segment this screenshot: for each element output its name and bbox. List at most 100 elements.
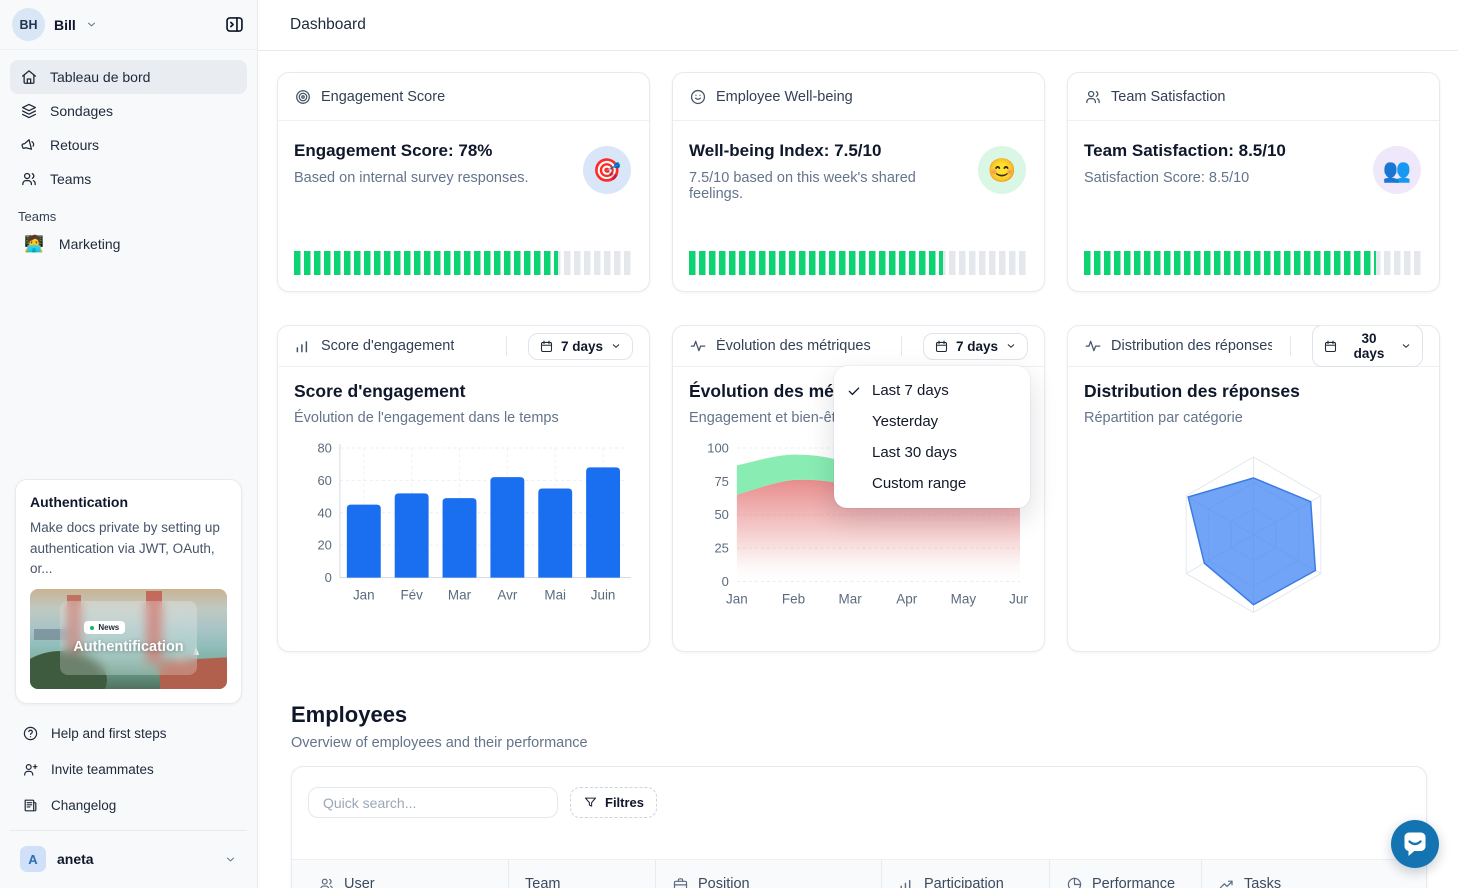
chart-subtitle: Répartition par catégorie — [1084, 410, 1423, 426]
divider — [1290, 336, 1291, 356]
divider — [901, 336, 902, 356]
svg-text:Mar: Mar — [839, 591, 863, 606]
date-range-menu: Last 7 days Yesterday Last 30 days Custom r… — [834, 366, 1030, 508]
date-range-button[interactable]: 7 days — [528, 333, 633, 360]
activity-icon — [689, 337, 707, 355]
user-plus-icon — [22, 761, 39, 778]
card-header-title: Engagement Score — [321, 89, 445, 105]
column-header-performance[interactable]: Performance — [1049, 860, 1201, 888]
panel-collapse-icon — [224, 14, 245, 35]
menu-item-label: Last 7 days — [872, 382, 949, 399]
sidebar-item-label: Teams — [50, 171, 91, 187]
home-icon — [20, 68, 38, 86]
progress-stripes — [689, 251, 1028, 275]
card-header-title: Team Satisfaction — [1111, 89, 1225, 105]
column-header-participation[interactable]: Participation — [881, 860, 1049, 888]
stat-subtitle: Satisfaction Score: 8.5/10 — [1084, 170, 1338, 186]
bar-chart: JanFévMarAvrMaiJuin020406080 — [294, 436, 633, 611]
employees-table-card: Filtres User Team Position ParticipationPer… — [291, 766, 1427, 888]
card-header-title: Score d'engagement — [321, 338, 454, 354]
menu-item-custom-range[interactable]: Custom range — [834, 468, 1030, 499]
chevron-down-icon[interactable] — [85, 18, 98, 31]
teams-section-label: Teams — [18, 209, 257, 224]
sidebar-item-invite[interactable]: Invite teammates — [12, 751, 245, 787]
app-root: BH Bill Tableau de bord Sondages Retours Te… — [0, 0, 1458, 888]
table-header-row: User Team Position ParticipationPerformance… — [292, 859, 1426, 888]
smile-emoji-badge: 😊 — [978, 146, 1026, 194]
column-header-position[interactable]: Position — [655, 860, 881, 888]
stat-subtitle: 7.5/10 based on this week's shared feeli… — [689, 170, 943, 202]
pie-chart-icon — [1066, 876, 1083, 888]
date-range-button[interactable]: 30 days — [1312, 325, 1423, 367]
card-header-title: Évolution des métriques — [716, 338, 871, 354]
chart-title: Score d'engagement — [294, 381, 633, 402]
progress-stripes — [1084, 251, 1423, 275]
svg-text:25: 25 — [714, 541, 728, 556]
filters-button[interactable]: Filtres — [570, 787, 657, 818]
trend-up-icon — [1218, 876, 1235, 888]
column-header-team[interactable]: Team — [508, 860, 655, 888]
menu-item-last-30-days[interactable]: Last 30 days — [834, 437, 1030, 468]
user-name[interactable]: Bill — [54, 17, 76, 33]
top-bar: Dashboard — [258, 0, 1458, 51]
bar-chart-icon — [294, 337, 312, 355]
svg-text:Feb: Feb — [782, 591, 805, 606]
sidebar-header: BH Bill — [0, 0, 257, 50]
stat-title: Engagement Score: 78% — [294, 141, 633, 161]
menu-item-last-7-days[interactable]: Last 7 days — [834, 375, 1030, 406]
page-title: Dashboard — [290, 16, 366, 34]
column-label: Team — [525, 876, 560, 888]
sidebar-item-changelog[interactable]: Changelog — [12, 787, 245, 823]
auth-image-overlay: News Authentification — [60, 601, 198, 675]
news-badge: News — [84, 621, 125, 634]
svg-text:Mar: Mar — [448, 588, 472, 603]
chevron-down-icon — [1400, 340, 1412, 352]
sidebar-item-teams[interactable]: Teams — [10, 162, 247, 196]
bar-chart-icon — [898, 876, 915, 888]
stat-title: Team Satisfaction: 8.5/10 — [1084, 141, 1423, 161]
team-list: 🧑‍💻Marketing — [0, 226, 257, 262]
chevron-down-icon — [610, 340, 622, 352]
team-item-label: Marketing — [59, 236, 120, 252]
svg-text:75: 75 — [714, 474, 728, 489]
svg-text:60: 60 — [317, 473, 331, 488]
column-label: Position — [698, 876, 750, 888]
divider — [506, 336, 507, 356]
sidebar-item-dashboard[interactable]: Tableau de bord — [10, 60, 247, 94]
help-circle-icon — [22, 725, 39, 742]
svg-text:Avr: Avr — [497, 588, 517, 603]
stat-card-satisfaction: Team Satisfaction Team Satisfaction: 8.5… — [1067, 72, 1440, 292]
workspace-name: aneta — [57, 851, 94, 867]
chat-launcher-button[interactable] — [1391, 820, 1439, 868]
funnel-icon — [583, 795, 598, 810]
chart-card-engagement: Score d'engagement 7 days Score d'engage… — [277, 325, 650, 652]
card-header-title: Distribution des réponses — [1111, 338, 1272, 354]
search-input[interactable] — [308, 787, 558, 818]
sidebar-item-feedback[interactable]: Retours — [10, 128, 247, 162]
chevron-down-icon — [224, 853, 237, 866]
chart-card-distribution: Distribution des réponses 30 days Distri… — [1067, 325, 1440, 652]
stat-card-engagement: Engagement Score Engagement Score: 78% B… — [277, 72, 650, 292]
sidebar-item-surveys[interactable]: Sondages — [10, 94, 247, 128]
auth-promo-card[interactable]: Authentication Make docs private by sett… — [15, 479, 242, 704]
svg-text:0: 0 — [722, 574, 729, 589]
auth-card-description: Make docs private by setting up authenti… — [30, 518, 227, 579]
svg-text:80: 80 — [317, 440, 331, 455]
svg-text:Jan: Jan — [353, 588, 375, 603]
collapse-sidebar-button[interactable] — [224, 14, 245, 35]
svg-text:Jun: Jun — [1009, 591, 1028, 606]
sidebar-item-label: Changelog — [51, 798, 116, 813]
menu-item-label: Last 30 days — [872, 444, 957, 461]
avatar[interactable]: BH — [12, 8, 45, 41]
column-header-user[interactable]: User — [292, 860, 508, 888]
sidebar-item-label: Retours — [50, 137, 99, 153]
sidebar-item-label: Help and first steps — [51, 726, 167, 741]
sidebar-item-marketing[interactable]: 🧑‍💻Marketing — [10, 226, 247, 262]
sidebar-item-help[interactable]: Help and first steps — [12, 715, 245, 751]
users-icon — [20, 170, 38, 188]
date-range-button[interactable]: 7 days — [923, 333, 1028, 360]
sidebar-item-label: Sondages — [50, 103, 113, 119]
menu-item-yesterday[interactable]: Yesterday — [834, 406, 1030, 437]
news-dot-icon — [90, 626, 94, 630]
workspace-switcher[interactable]: A aneta — [12, 838, 245, 880]
